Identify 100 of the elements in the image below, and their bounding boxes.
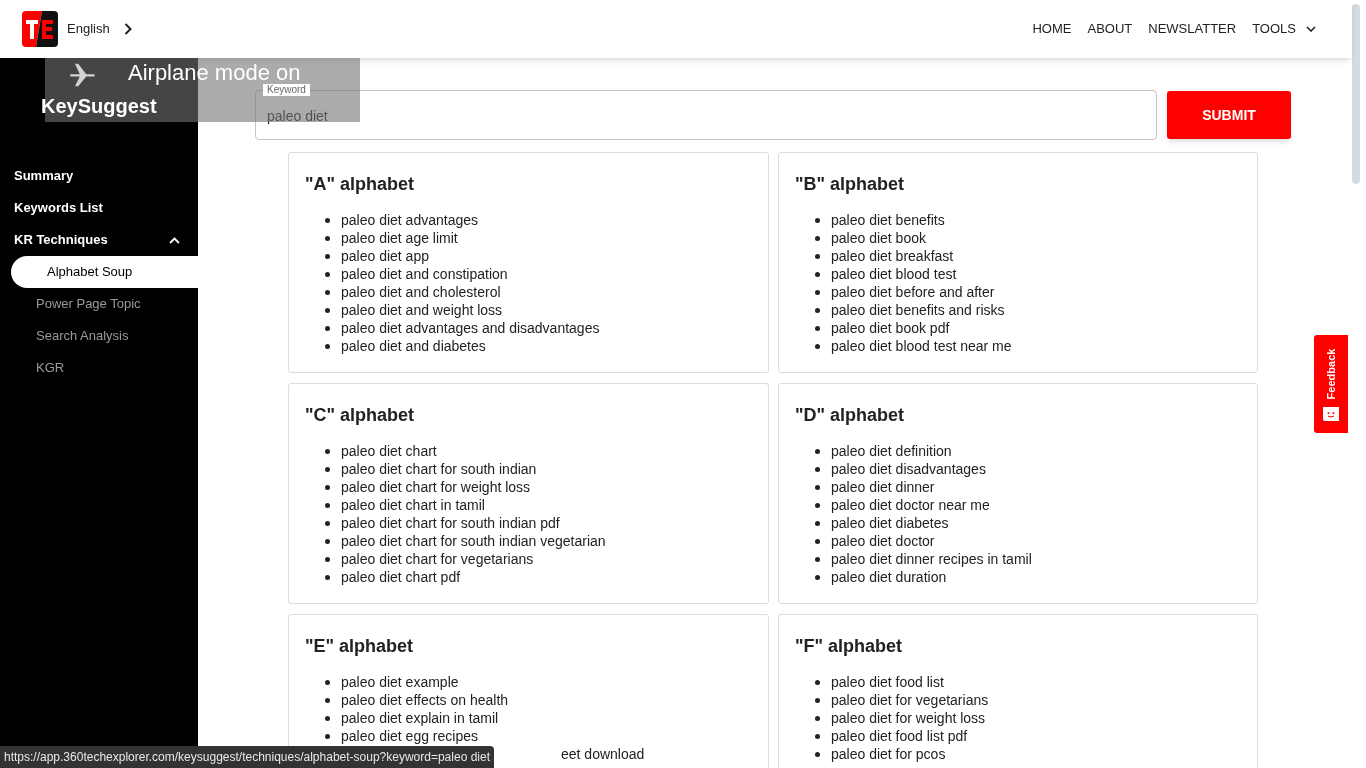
keyword-suggestion[interactable]: paleo diet chart pdf	[341, 568, 461, 586]
keyword-suggestion[interactable]: paleo diet diabetes	[831, 514, 949, 532]
keyword-suggestion[interactable]: paleo diet doctor near me	[831, 496, 990, 514]
nav-link[interactable]: ABOUT	[1087, 19, 1133, 39]
bullet-icon	[815, 574, 820, 580]
card-title: "B" alphabet	[795, 173, 905, 195]
bullet-icon	[325, 574, 330, 580]
sidebar-item[interactable]: Keywords List	[0, 192, 198, 224]
keyword-suggestion[interactable]: paleo diet doctor	[831, 532, 935, 550]
bullet-icon	[325, 289, 330, 295]
bullet-icon	[815, 307, 820, 313]
keyword-suggestion[interactable]: paleo diet blood test	[831, 265, 957, 283]
bullet-icon	[815, 235, 820, 241]
keyword-suggestion[interactable]: paleo diet blood test near me	[831, 337, 1012, 355]
keyword-suggestion[interactable]: paleo diet for pcos	[831, 745, 946, 763]
sidebar-subitem[interactable]: Alphabet Soup	[11, 256, 198, 288]
bullet-icon	[815, 520, 820, 526]
bullet-icon	[815, 733, 820, 739]
bullet-icon	[325, 235, 330, 241]
feedback-tab[interactable]: Feedback	[1314, 335, 1348, 433]
keyword-suggestion[interactable]: paleo diet dinner	[831, 478, 935, 496]
keyword-suggestion[interactable]: paleo diet benefits and risks	[831, 301, 1005, 319]
keyword-suggestion[interactable]: paleo diet chart for south indian vegetarian	[341, 532, 606, 550]
bullet-icon	[325, 538, 330, 544]
keyword-suggestion[interactable]: paleo diet before and after	[831, 283, 995, 301]
keyword-suggestion[interactable]: paleo diet and constipation	[341, 265, 508, 283]
bullet-icon	[815, 343, 820, 349]
card-title: "E" alphabet	[305, 635, 414, 657]
keyword-suggestion[interactable]: paleo diet chart in tamil	[341, 496, 485, 514]
bullet-icon	[325, 556, 330, 562]
nav-link[interactable]: NEWSLATTER	[1148, 19, 1237, 39]
keyword-suggestion[interactable]: paleo diet chart	[341, 442, 437, 460]
keyword-suggestion[interactable]: paleo diet duration	[831, 568, 947, 586]
keyword-suggestion[interactable]: paleo diet effects on health	[341, 691, 509, 709]
sidebar-subitem[interactable]: Search Analysis	[0, 320, 198, 352]
bullet-icon	[325, 466, 330, 472]
keyword-suggestion[interactable]: paleo diet chart for vegetarians	[341, 550, 534, 568]
bullet-icon	[815, 715, 820, 721]
bullet-icon	[325, 679, 330, 685]
keyword-suggestion[interactable]: paleo diet chart for weight loss	[341, 478, 531, 496]
keyword-suggestion[interactable]: paleo diet for vegetarians	[831, 691, 989, 709]
keyword-suggestion[interactable]: eet download	[561, 745, 645, 763]
keyword-suggestion[interactable]: paleo diet and diabetes	[341, 337, 486, 355]
bullet-icon	[815, 466, 820, 472]
bullet-icon	[815, 217, 820, 223]
keyword-suggestion[interactable]: paleo diet food list pdf	[831, 727, 968, 745]
keyword-suggestion[interactable]: paleo diet book pdf	[831, 319, 950, 337]
chevron-right-icon[interactable]	[123, 23, 132, 35]
language-label[interactable]: English	[67, 19, 110, 39]
keyword-suggestion[interactable]: paleo diet breakfast	[831, 247, 954, 265]
card-title: "D" alphabet	[795, 404, 905, 426]
airplane-icon	[68, 63, 98, 87]
keyword-suggestion[interactable]: paleo diet disadvantages	[831, 460, 986, 478]
keyword-suggestion[interactable]: paleo diet dinner recipes in tamil	[831, 550, 1032, 568]
chevron-down-icon	[1306, 26, 1316, 32]
bullet-icon	[815, 556, 820, 562]
bullet-icon	[815, 448, 820, 454]
keyword-suggestion[interactable]: paleo diet example	[341, 673, 459, 691]
keyword-suggestion[interactable]: paleo diet definition	[831, 442, 952, 460]
sidebar-subitem[interactable]: Power Page Topic	[0, 288, 198, 320]
keyword-suggestion[interactable]: paleo diet age limit	[341, 229, 458, 247]
bullet-icon	[815, 271, 820, 277]
sidebar-subitem[interactable]: KGR	[0, 352, 198, 384]
keyword-suggestion[interactable]: paleo diet food list	[831, 673, 944, 691]
bullet-icon	[815, 484, 820, 490]
keyword-suggestion[interactable]: paleo diet for weight loss	[831, 709, 986, 727]
keyword-suggestion[interactable]: paleo diet explain in tamil	[341, 709, 499, 727]
chevron-up-icon	[169, 236, 180, 244]
keyword-suggestion[interactable]: paleo diet app	[341, 247, 429, 265]
bullet-icon	[325, 217, 330, 223]
keyword-suggestion[interactable]: paleo diet book	[831, 229, 926, 247]
nav-dropdown[interactable]: TOOLS	[1252, 19, 1316, 39]
bullet-icon	[325, 325, 330, 331]
nav-link[interactable]: HOME	[1032, 19, 1072, 39]
bullet-icon	[325, 253, 330, 259]
keyword-suggestion[interactable]: paleo diet egg recipes	[341, 727, 478, 745]
card-title: "F" alphabet	[795, 635, 903, 657]
bullet-icon	[815, 502, 820, 508]
bullet-icon	[815, 253, 820, 259]
keyword-suggestion[interactable]: paleo diet chart for south indian pdf	[341, 514, 560, 532]
keyword-suggestion[interactable]: paleo diet and weight loss	[341, 301, 503, 319]
bullet-icon	[325, 271, 330, 277]
smiley-chat-icon	[1323, 405, 1339, 421]
bullet-icon	[325, 484, 330, 490]
bullet-icon	[325, 715, 330, 721]
bullet-icon	[325, 448, 330, 454]
bullet-icon	[815, 289, 820, 295]
submit-button[interactable]: SUBMIT	[1167, 91, 1291, 139]
keyword-suggestion[interactable]: paleo diet advantages	[341, 211, 478, 229]
keyword-suggestion[interactable]: paleo diet chart for south indian	[341, 460, 537, 478]
keyword-suggestion[interactable]: paleo diet and cholesterol	[341, 283, 501, 301]
logo-icon[interactable]	[22, 11, 58, 47]
sidebar-item[interactable]: KR Techniques	[0, 224, 198, 256]
keyword-suggestion[interactable]: paleo diet advantages and disadvantages	[341, 319, 600, 337]
sidebar-item[interactable]: Summary	[0, 160, 198, 192]
bullet-icon	[815, 751, 820, 757]
card-title: "A" alphabet	[305, 173, 415, 195]
bullet-icon	[815, 538, 820, 544]
scrollbar-thumb[interactable]	[1352, 4, 1360, 184]
keyword-suggestion[interactable]: paleo diet benefits	[831, 211, 945, 229]
